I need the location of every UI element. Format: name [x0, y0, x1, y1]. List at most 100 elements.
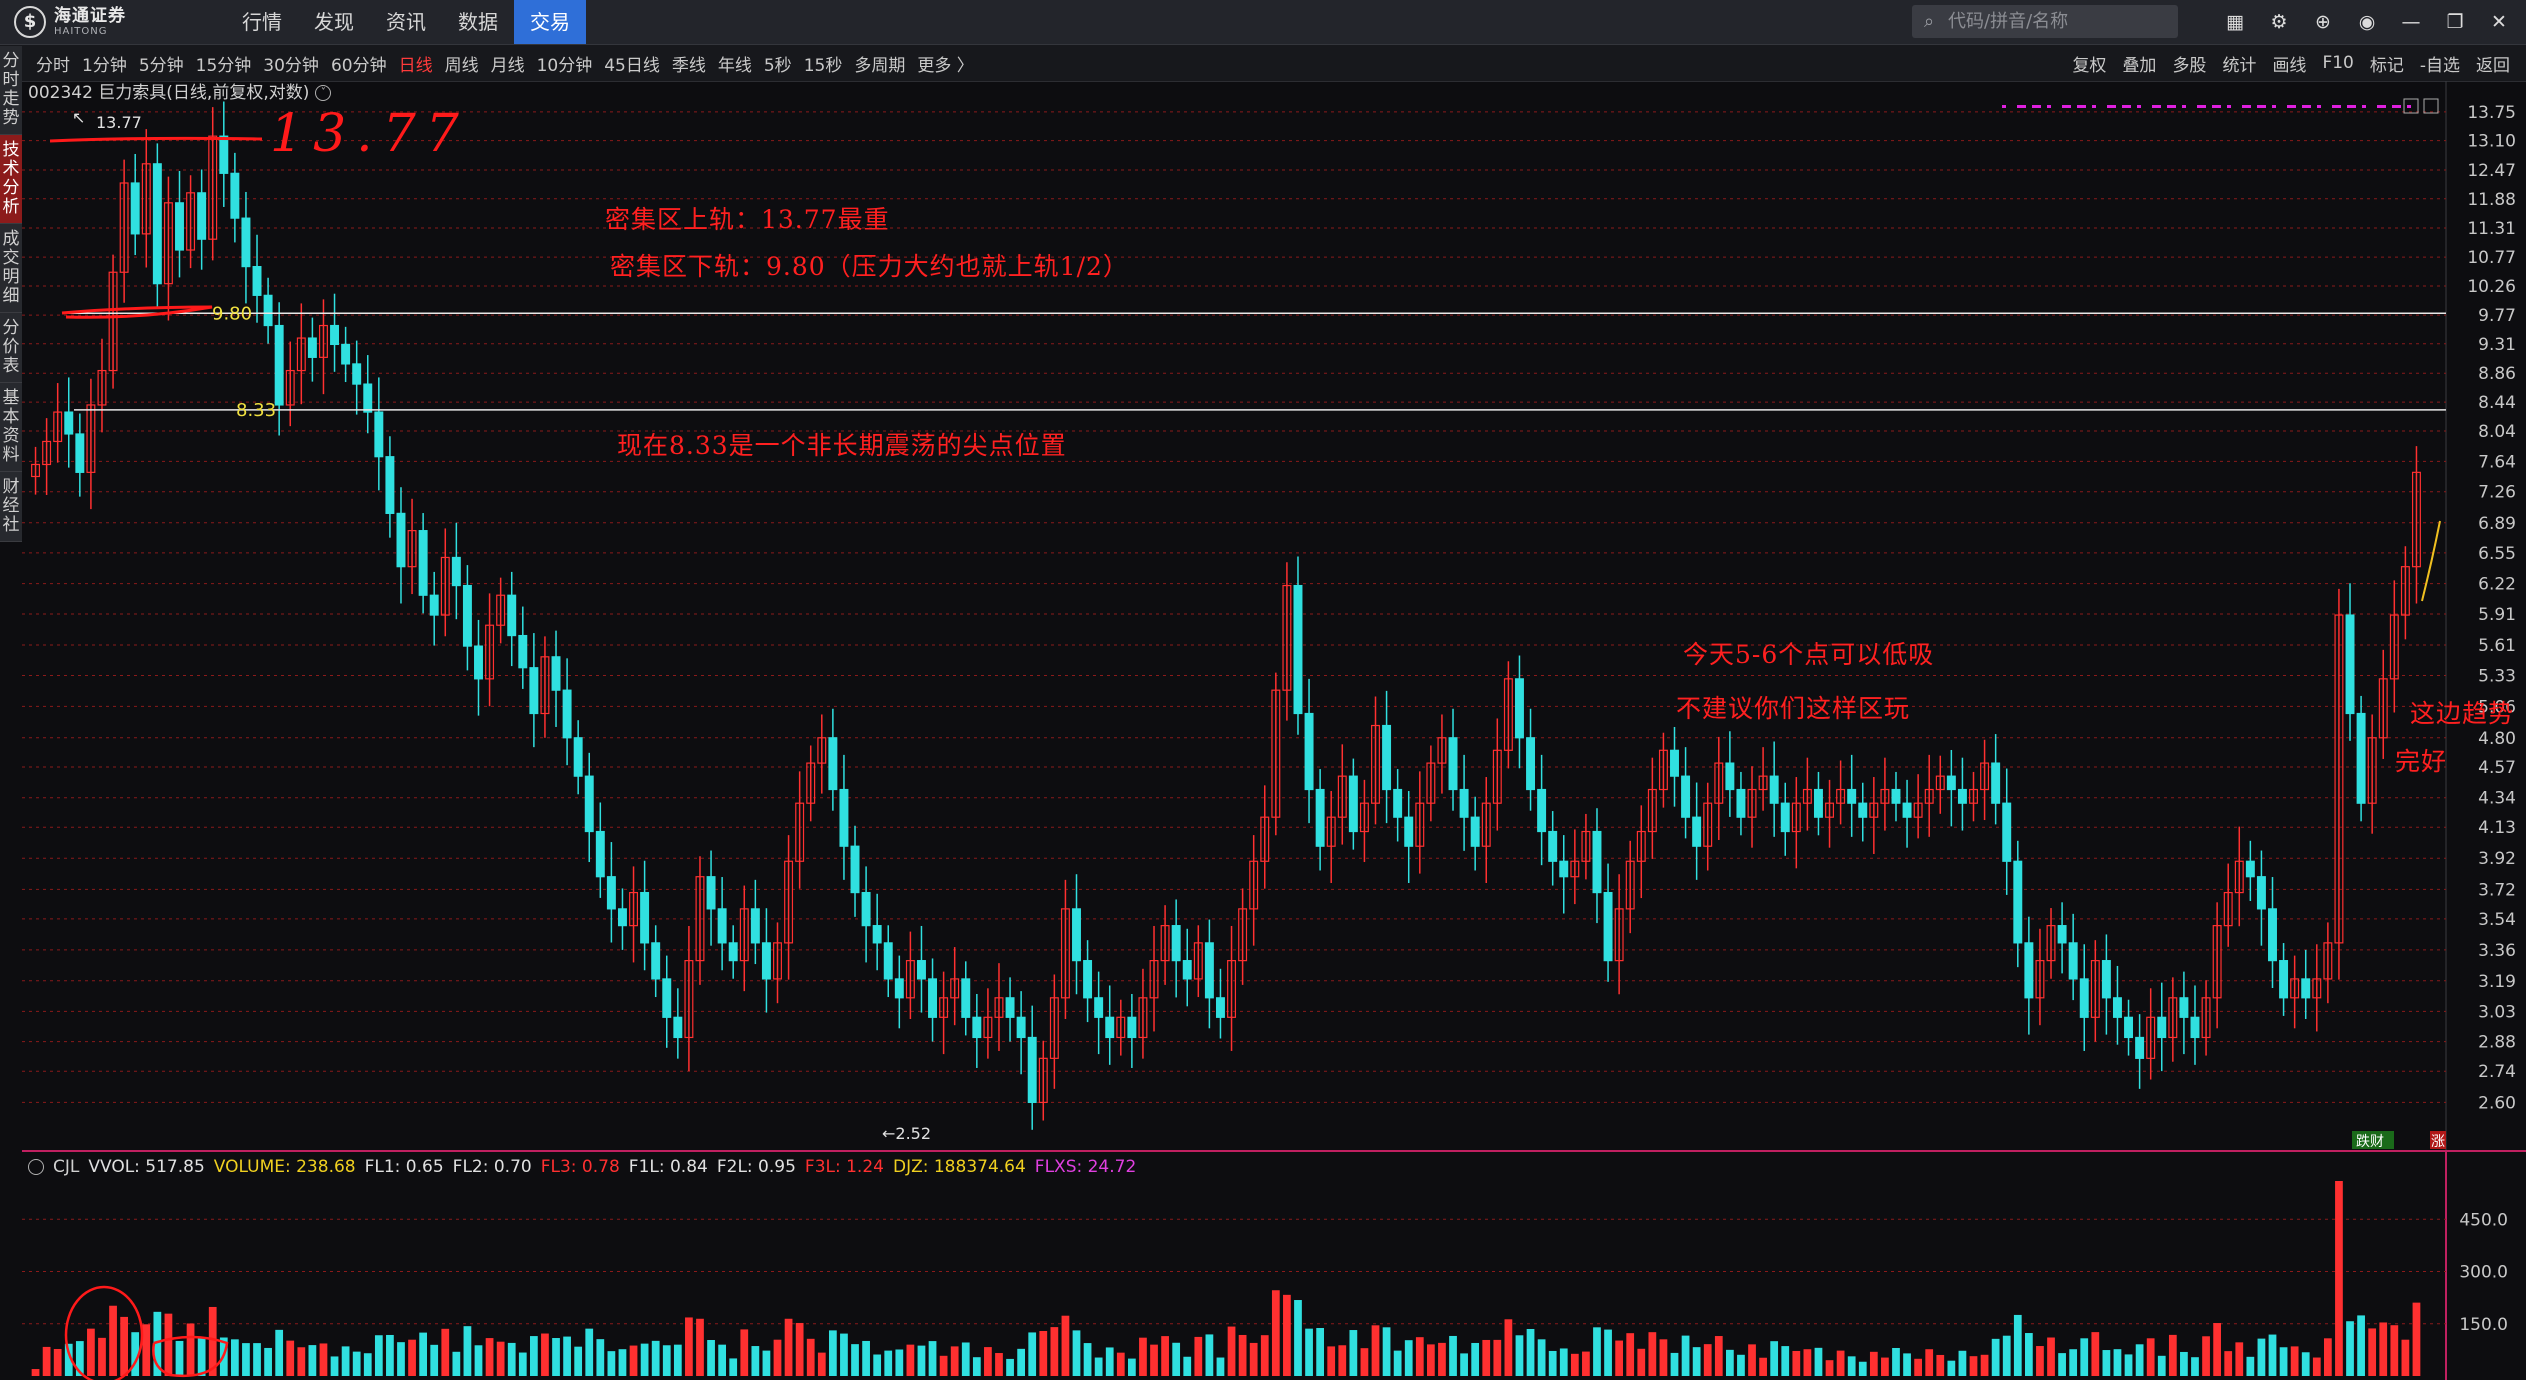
candle-body: [1404, 816, 1414, 847]
candle-body: [1182, 960, 1192, 980]
side-tab-5[interactable]: 财经社: [0, 472, 22, 542]
candle-body: [1736, 788, 1746, 818]
volume-bar: [341, 1346, 350, 1376]
volume-bar: [685, 1317, 693, 1376]
period-tab-14[interactable]: 15秒: [798, 51, 849, 76]
tool-button-0[interactable]: 复权: [2064, 51, 2114, 76]
volume-bar: [2379, 1322, 2388, 1376]
period-tab-12[interactable]: 年线: [712, 51, 758, 76]
nav-item-1[interactable]: 发现: [298, 0, 370, 44]
chat-icon[interactable]: ◉: [2346, 0, 2388, 44]
volume-bar: [2091, 1332, 2100, 1376]
flag-badge[interactable]: 涨: [2431, 1134, 2445, 1150]
search-input[interactable]: [1946, 10, 2170, 33]
nav-item-4[interactable]: 交易: [514, 0, 586, 44]
period-tab-10[interactable]: 45日线: [598, 51, 666, 76]
minimize-icon[interactable]: —: [2390, 0, 2432, 44]
period-tab-0[interactable]: 分时: [30, 51, 76, 76]
volume-bar: [917, 1345, 926, 1376]
indicator-strip-dash: [2272, 105, 2276, 108]
period-tab-3[interactable]: 15分钟: [190, 51, 258, 76]
volume-bar: [186, 1323, 195, 1376]
volume-bar: [828, 1330, 837, 1376]
volume-bar: [463, 1326, 472, 1376]
period-tab-6[interactable]: 日线: [393, 51, 439, 76]
candle-body: [396, 512, 406, 568]
period-tab-8[interactable]: 月线: [485, 51, 531, 76]
period-tab-4[interactable]: 30分钟: [257, 51, 325, 76]
period-tab-5[interactable]: 60分钟: [325, 51, 393, 76]
price-axis-label: 4.13: [2478, 818, 2516, 838]
candle-body: [2002, 802, 2012, 862]
period-tab-9[interactable]: 10分钟: [531, 51, 599, 76]
price-axis-label: 8.04: [2478, 422, 2516, 442]
gear-icon[interactable]: ⚙: [2258, 0, 2300, 44]
volume-bar: [2024, 1333, 2033, 1376]
tool-button-5[interactable]: F10: [2314, 53, 2361, 73]
candle-body: [1847, 788, 1857, 804]
period-tab-15[interactable]: 多周期: [848, 51, 911, 76]
high-price-mark: 13.77: [96, 113, 142, 132]
period-tab-16[interactable]: 更多 〉: [911, 51, 979, 76]
period-tab-13[interactable]: 5秒: [758, 51, 798, 76]
indicator-value-7: F2L: 0.95: [716, 1157, 796, 1177]
event-badge[interactable]: 跌财: [2356, 1134, 2384, 1150]
high-arrow-icon: ↖: [72, 108, 85, 127]
tool-button-1[interactable]: 叠加: [2114, 51, 2164, 76]
side-tab-0[interactable]: 分时走势: [0, 46, 22, 135]
volume-bar: [1836, 1350, 1845, 1376]
volume-bar: [374, 1335, 383, 1376]
price-axis-label: 3.36: [2478, 941, 2516, 961]
period-tab-11[interactable]: 季线: [666, 51, 712, 76]
volume-bar: [1249, 1342, 1258, 1376]
close-icon[interactable]: ✕: [2478, 0, 2520, 44]
indicator-strip-dash: [2317, 105, 2321, 108]
nav-item-3[interactable]: 数据: [442, 0, 514, 44]
volume-bar: [1139, 1337, 1147, 1376]
tool-button-6[interactable]: 标记: [2362, 51, 2412, 76]
volume-bar: [862, 1340, 870, 1376]
volume-bar: [2202, 1336, 2210, 1376]
side-tab-1[interactable]: 技术分析: [0, 135, 22, 224]
period-tab-7[interactable]: 周线: [439, 51, 485, 76]
volume-bar: [552, 1338, 560, 1376]
nav-item-2[interactable]: 资讯: [370, 0, 442, 44]
volume-bar: [2080, 1338, 2089, 1376]
indicator-strip-dash: [2332, 105, 2341, 108]
volume-bar: [330, 1356, 339, 1376]
volume-bar: [1703, 1344, 1712, 1376]
period-tab-2[interactable]: 5分钟: [133, 51, 190, 76]
volume-bar: [230, 1339, 239, 1376]
chart-window-icon[interactable]: [2423, 98, 2439, 114]
volume-bar: [629, 1345, 638, 1376]
price-axis-label: 2.74: [2478, 1062, 2516, 1082]
price-axis-label: 10.77: [2467, 248, 2516, 268]
volume-bar: [197, 1337, 206, 1376]
candle-body: [872, 925, 882, 944]
chart-tools: 复权 叠加 多股 统计 画线 F10 标记 -自选 返回: [2064, 45, 2518, 81]
candle-body: [584, 775, 594, 833]
search-box[interactable]: ⌕: [1912, 5, 2178, 38]
period-tab-1[interactable]: 1分钟: [76, 51, 133, 76]
tool-button-8[interactable]: 返回: [2468, 51, 2518, 76]
kline-chart[interactable]: 13.75 13.10 12.47 11.88 11.31 10.77 10.26 9.77 9…: [22, 81, 2526, 1380]
volume-bar: [1150, 1344, 1158, 1376]
indicator-collapse-icon[interactable]: [28, 1159, 44, 1175]
restore-icon[interactable]: ❐: [2434, 0, 2476, 44]
volume-bar: [1548, 1350, 1557, 1376]
side-tab-3[interactable]: 分价表: [0, 313, 22, 383]
dropdown-icon[interactable]: ˅: [315, 85, 332, 101]
globe-icon[interactable]: ⊕: [2302, 0, 2344, 44]
volume-bar: [784, 1318, 793, 1376]
volume-bar: [1294, 1300, 1302, 1376]
side-tab-4[interactable]: 基本资料: [0, 383, 22, 472]
side-tab-2[interactable]: 成交明细: [0, 224, 22, 313]
volume-bar: [1748, 1344, 1756, 1376]
tool-button-4[interactable]: 画线: [2264, 51, 2314, 76]
top-bar: $ 海通证券 HAITONG 行情发现资讯数据交易 ⌕ ▦ ⚙ ⊕ ◉ — ❐ …: [0, 0, 2526, 45]
tool-button-2[interactable]: 多股: [2164, 51, 2214, 76]
tool-button-3[interactable]: 统计: [2214, 51, 2264, 76]
tool-button-7[interactable]: -自选: [2412, 51, 2468, 76]
nav-item-0[interactable]: 行情: [226, 0, 298, 44]
grid-icon[interactable]: ▦: [2214, 0, 2256, 44]
